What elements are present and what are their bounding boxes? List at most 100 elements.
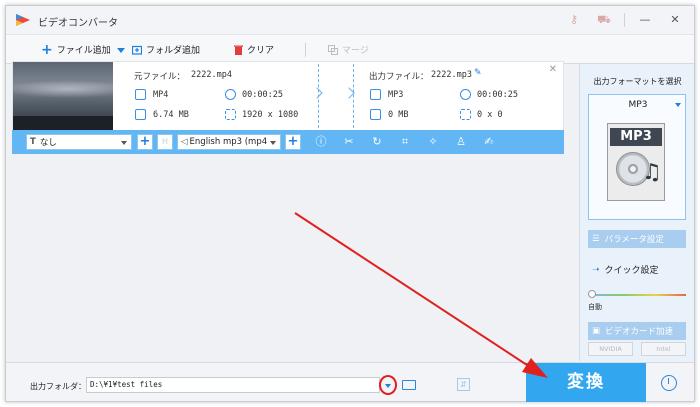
format-icon	[370, 89, 381, 100]
parameter-settings-button[interactable]: ☰ パラメータ設定	[588, 230, 686, 248]
bottom-bar: 出力フォルダ： D:\¥1¥test files ⇵ 変換	[6, 362, 694, 402]
app-window: ビデオコンバータ ⚷ ⛟ — ✕ + ファイル追加 フォルダ追加 クリア マージ…	[5, 5, 695, 402]
info-icon[interactable]: ⓘ	[314, 135, 328, 149]
add-audio-button[interactable]: +	[285, 134, 301, 150]
format-panel: 出力フォーマットを選択 MP3 MP3 ♫ ☰ パラメータ設定 ➝ クイック設定…	[579, 64, 694, 361]
text-icon: T	[30, 137, 36, 147]
trash-icon	[234, 45, 243, 55]
source-resolution: 1920 x 1080	[242, 110, 299, 120]
format-selector[interactable]: MP3 MP3 ♫	[588, 94, 686, 220]
folder-add-icon	[132, 45, 142, 55]
close-icon[interactable]: ✕	[666, 12, 684, 28]
source-size: 6.74 MB	[153, 110, 189, 120]
format-name: MP3	[628, 100, 648, 110]
mp3-icon-label: MP3	[610, 128, 662, 146]
folder-icon	[370, 109, 381, 120]
remove-file-icon[interactable]: ✕	[549, 64, 557, 75]
format-panel-title: 出力フォーマットを選択	[593, 77, 682, 86]
chevron-down-icon	[270, 141, 276, 145]
plus-icon: +	[41, 41, 53, 58]
key-icon[interactable]: ⚷	[566, 12, 582, 28]
output-duration: 00:00:25	[477, 90, 518, 100]
audio-track-value: English mp3 (mp4	[189, 137, 268, 147]
edit-control-bar: T なし + H ◁ English mp3 (mp4 + ⓘ ✂ ↻ ⌗ ✧ …	[12, 130, 564, 154]
app-logo-icon	[16, 14, 30, 26]
edit-subtitle-icon[interactable]: ✍	[482, 135, 496, 149]
toolbar-divider	[305, 43, 306, 57]
divider	[624, 13, 625, 27]
chevron-down-icon	[385, 384, 391, 388]
file-item[interactable]: 元ファイル： 2222.mp4 MP4 00:00:25 6.74 MB 192…	[12, 61, 564, 131]
output-folder-field[interactable]: D:\¥1¥test files	[86, 377, 380, 393]
resolution-icon	[225, 109, 236, 120]
add-file-label: ファイル追加	[56, 46, 111, 56]
merge-label: マージ	[342, 46, 369, 56]
add-file-button[interactable]: + ファイル追加	[41, 41, 111, 58]
toolbar: + ファイル追加 フォルダ追加 クリア マージ	[6, 34, 694, 64]
nvidia-badge: NVIDIA	[588, 342, 633, 356]
output-folder-label: 出力フォルダ：	[30, 382, 86, 391]
add-folder-button[interactable]: フォルダ追加	[132, 43, 200, 56]
merge-output-icon[interactable]: ⇵	[457, 378, 470, 391]
app-title: ビデオコンバータ	[38, 18, 118, 29]
subtitle-value: なし	[39, 138, 57, 148]
music-note-icon: ♫	[642, 160, 662, 185]
merge-icon	[328, 44, 338, 55]
speaker-icon: ◁	[181, 137, 188, 147]
output-file-name: 2222.mp3	[431, 70, 472, 80]
cart-icon[interactable]: ⛟	[596, 12, 612, 28]
resolution-icon	[460, 109, 471, 120]
quick-settings-label: ➝ クイック設定	[592, 263, 659, 277]
source-file-name: 2222.mp4	[191, 70, 232, 80]
effects-wand-icon[interactable]: ✧	[426, 135, 440, 149]
quality-slider-handle[interactable]	[588, 290, 596, 298]
crop-icon[interactable]: ⌗	[398, 135, 412, 149]
output-format: MP3	[388, 90, 404, 100]
merge-button[interactable]: マージ	[328, 43, 369, 56]
chevron-down-icon	[121, 141, 127, 145]
edit-pen-icon[interactable]: ✎	[474, 69, 483, 78]
minimize-icon[interactable]: —	[636, 12, 654, 28]
clear-label: クリア	[247, 46, 275, 56]
output-size: 0 MB	[388, 110, 409, 120]
chevron-down-icon	[675, 103, 681, 107]
clock-icon	[460, 89, 471, 100]
add-folder-label: フォルダ追加	[146, 46, 201, 56]
open-folder-icon[interactable]	[402, 380, 416, 390]
gpu-acceleration-button[interactable]: ▣ ビデオカード加速	[588, 322, 686, 340]
source-file-label: 元ファイル：	[134, 72, 186, 82]
clear-button[interactable]: クリア	[234, 43, 274, 56]
output-folder-dropdown[interactable]	[379, 375, 397, 395]
output-file-label: 出力ファイル：	[369, 72, 429, 82]
quality-slider[interactable]	[592, 294, 686, 296]
chip-icon: ▣	[592, 326, 601, 336]
source-format: MP4	[153, 90, 169, 100]
convert-button[interactable]: 変換	[526, 363, 646, 402]
add-file-dropdown-icon[interactable]	[117, 48, 125, 53]
audio-track-select[interactable]: ◁ English mp3 (mp4	[177, 134, 281, 150]
title-bar: ビデオコンバータ ⚷ ⛟ — ✕	[6, 6, 694, 34]
source-duration: 00:00:25	[242, 90, 283, 100]
subtitle-select[interactable]: T なし	[26, 134, 132, 150]
mp3-file-icon: MP3 ♫	[607, 123, 665, 201]
output-resolution: 0 x 0	[477, 110, 503, 120]
watermark-icon[interactable]: ♙	[454, 135, 468, 149]
intel-badge: Intel	[641, 342, 686, 356]
format-icon	[135, 89, 146, 100]
gpu-acceleration-label: ビデオカード加速	[605, 327, 674, 337]
auto-label: 自動	[588, 303, 602, 311]
hardsub-button[interactable]: H	[157, 134, 173, 150]
add-subtitle-button[interactable]: +	[137, 134, 153, 150]
divider	[353, 64, 354, 128]
video-thumbnail[interactable]	[13, 62, 113, 130]
arrow-right-icon: ➝	[592, 264, 600, 275]
alarm-clock-icon[interactable]	[661, 375, 677, 391]
rotate-icon[interactable]: ↻	[370, 135, 384, 149]
parameter-settings-label: パラメータ設定	[604, 235, 664, 245]
sliders-icon: ☰	[592, 234, 600, 244]
chevron-right-icon	[311, 87, 323, 99]
clock-icon	[225, 89, 236, 100]
scissors-icon[interactable]: ✂	[342, 135, 356, 149]
quick-settings-text: クイック設定	[604, 266, 659, 276]
folder-icon	[135, 109, 146, 120]
